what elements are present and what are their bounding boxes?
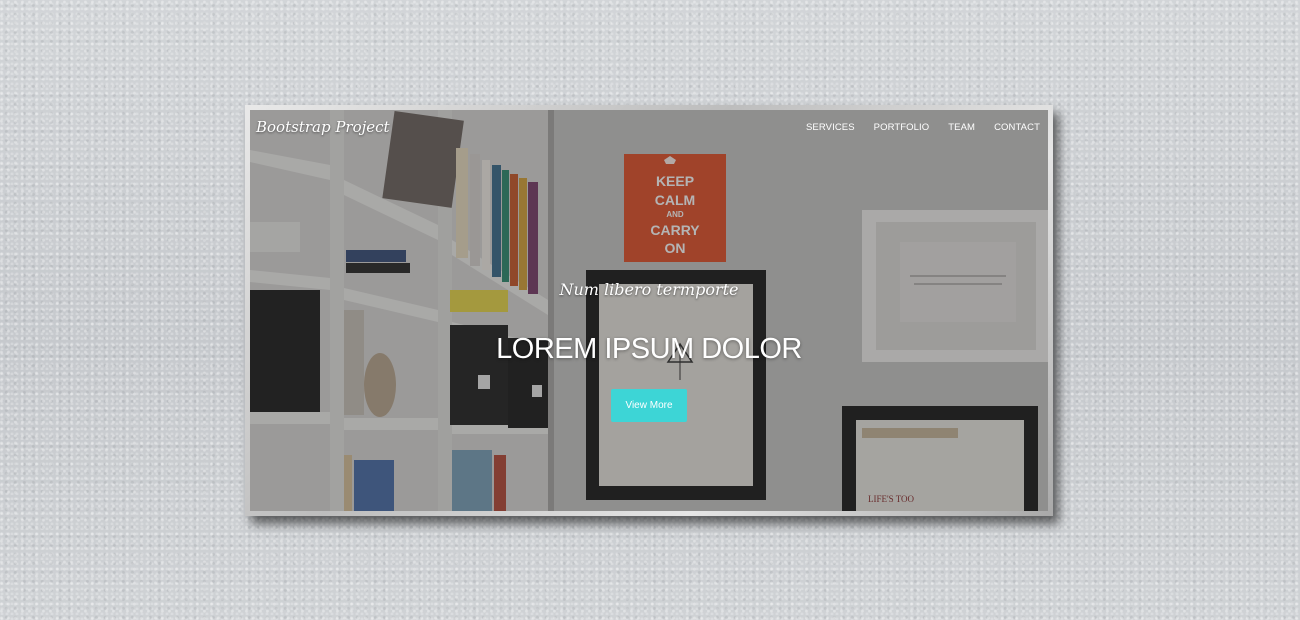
nav-link-services[interactable]: SERVICES (806, 122, 855, 133)
hero-dark-overlay (250, 110, 1048, 511)
nav-link-team[interactable]: TEAM (948, 122, 975, 133)
hero-subtitle: Num libero termporte (559, 280, 739, 299)
nav-links: SERVICES PORTFOLIO TEAM CONTACT (787, 122, 1040, 133)
hero-title: LOREM IPSUM DOLOR (496, 333, 802, 365)
navbar: Bootstrap Project SERVICES PORTFOLIO TEA… (250, 110, 1048, 144)
website-screen: KEEP CALM AND CARRY ON LIFE'S TOO Bootst… (250, 110, 1048, 511)
brand-logo[interactable]: Bootstrap Project (256, 118, 390, 136)
mockup-frame: KEEP CALM AND CARRY ON LIFE'S TOO Bootst… (245, 105, 1053, 516)
view-more-button[interactable]: View More (611, 389, 687, 422)
nav-link-contact[interactable]: CONTACT (994, 122, 1040, 133)
nav-link-portfolio[interactable]: PORTFOLIO (874, 122, 930, 133)
